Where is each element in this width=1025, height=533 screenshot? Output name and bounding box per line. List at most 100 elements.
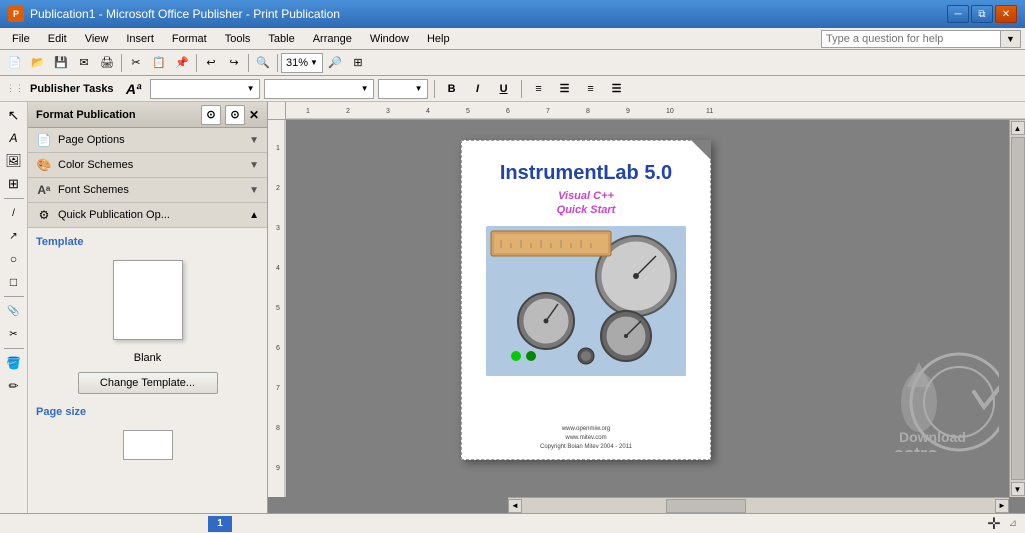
menu-edit[interactable]: Edit bbox=[40, 31, 75, 47]
window-title: Publication1 - Microsoft Office Publishe… bbox=[30, 7, 340, 21]
zoom-in-button[interactable]: 🔍 bbox=[252, 52, 274, 74]
undo-button[interactable]: ↩ bbox=[200, 52, 222, 74]
zoom-dropdown-arrow[interactable]: ▼ bbox=[310, 58, 318, 67]
quick-publication-section: ⚙ Quick Publication Op... ▲ Template Bla… bbox=[28, 203, 267, 513]
table-tool[interactable]: ⊞ bbox=[3, 173, 25, 195]
toolbar1: 📄 📂 💾 ✉ 🖨 ✂ 📋 📌 ↩ ↪ 🔍 31% ▼ 🔎 ⊞ bbox=[0, 50, 1025, 76]
vertical-scrollbar[interactable]: ▲ ▼ bbox=[1009, 120, 1025, 497]
menu-insert[interactable]: Insert bbox=[118, 31, 162, 47]
menu-file[interactable]: File bbox=[4, 31, 38, 47]
menu-bar: File Edit View Insert Format Tools Table… bbox=[0, 28, 1025, 50]
align-left-button[interactable]: ≡ bbox=[528, 79, 550, 99]
clip-tool[interactable]: 📎 bbox=[3, 300, 25, 322]
quick-pub-arrow: ▲ bbox=[249, 210, 259, 221]
section-page-options[interactable]: 📄 Page Options ▼ bbox=[28, 128, 267, 153]
underline-button[interactable]: U bbox=[493, 79, 515, 99]
save-button[interactable]: 💾 bbox=[50, 52, 72, 74]
color-schemes-label: Color Schemes bbox=[58, 159, 133, 171]
print-button[interactable]: 🖨 bbox=[96, 52, 118, 74]
fill-tool[interactable]: 🪣 bbox=[3, 352, 25, 374]
publisher-tasks-toolbar: ⋮⋮ Publisher Tasks Aª ▼ ▼ ▼ B I U ≡ ☰ ≡ … bbox=[0, 76, 1025, 102]
menu-format[interactable]: Format bbox=[164, 31, 215, 47]
help-search-arrow[interactable]: ▼ bbox=[1000, 31, 1020, 47]
publication-image bbox=[486, 226, 686, 376]
pointer-tool[interactable]: ↖ bbox=[3, 104, 25, 126]
cursor-indicator: ✛ bbox=[987, 514, 1000, 533]
scroll-down-button[interactable]: ▼ bbox=[1011, 482, 1025, 496]
redo-button[interactable]: ↪ bbox=[223, 52, 245, 74]
minimize-button[interactable]: ─ bbox=[947, 5, 969, 23]
panel-close-button[interactable]: ✕ bbox=[249, 108, 259, 122]
paste-button[interactable]: 📌 bbox=[171, 52, 193, 74]
quick-pub-header[interactable]: ⚙ Quick Publication Op... ▲ bbox=[28, 203, 267, 228]
scroll-thumb-v[interactable] bbox=[1011, 137, 1025, 480]
canvas-scroll[interactable]: InstrumentLab 5.0 Visual C++ Quick Start bbox=[286, 120, 1009, 497]
align-right-button[interactable]: ≡ bbox=[580, 79, 602, 99]
zoom-page-button[interactable]: ⊞ bbox=[347, 52, 369, 74]
style-dropdown[interactable]: ▼ bbox=[150, 79, 260, 99]
scroll-thumb-h[interactable] bbox=[666, 499, 746, 513]
zoom-box[interactable]: 31% ▼ bbox=[281, 53, 323, 73]
menu-window[interactable]: Window bbox=[362, 31, 417, 47]
restore-button[interactable]: ⧉ bbox=[971, 5, 993, 23]
tasks-font-icon[interactable]: Aª bbox=[122, 78, 146, 100]
oval-tool[interactable]: ○ bbox=[3, 248, 25, 270]
pen-tool[interactable]: ✏ bbox=[3, 375, 25, 397]
italic-button[interactable]: I bbox=[467, 79, 489, 99]
arrow-tool[interactable]: ↗ bbox=[3, 225, 25, 247]
svg-text:6: 6 bbox=[276, 345, 280, 352]
menu-help[interactable]: Help bbox=[419, 31, 458, 47]
menu-table[interactable]: Table bbox=[260, 31, 302, 47]
publication-footer: www.openmiw.org www.mitev.com Copyright … bbox=[540, 425, 632, 452]
menu-tools[interactable]: Tools bbox=[217, 31, 259, 47]
cut-button[interactable]: ✂ bbox=[125, 52, 147, 74]
rect-tool[interactable]: □ bbox=[3, 271, 25, 293]
toolbar-grip: ⋮⋮ bbox=[4, 78, 26, 100]
svg-text:2: 2 bbox=[276, 185, 280, 192]
font-size-dropdown[interactable]: ▼ bbox=[378, 79, 428, 99]
help-search-box[interactable]: ▼ bbox=[821, 30, 1021, 48]
page-navigation: 1 bbox=[208, 516, 232, 532]
email-button[interactable]: ✉ bbox=[73, 52, 95, 74]
scroll-up-button[interactable]: ▲ bbox=[1011, 121, 1025, 135]
current-page-number[interactable]: 1 bbox=[208, 516, 232, 532]
justify-button[interactable]: ☰ bbox=[606, 79, 628, 99]
section-color-schemes[interactable]: 🎨 Color Schemes ▼ bbox=[28, 153, 267, 178]
open-button[interactable]: 📂 bbox=[27, 52, 49, 74]
crop-tool[interactable]: ✂ bbox=[3, 323, 25, 345]
title-bar: P Publication1 - Microsoft Office Publis… bbox=[0, 0, 1025, 28]
picture-tool[interactable]: 🖼 bbox=[3, 150, 25, 172]
zoom-value: 31% bbox=[286, 57, 308, 69]
close-button[interactable]: ✕ bbox=[995, 5, 1017, 23]
horizontal-scrollbar[interactable]: ◄ ► bbox=[508, 497, 1009, 513]
ruler-corner bbox=[268, 102, 286, 120]
zoom-out-button[interactable]: 🔎 bbox=[324, 52, 346, 74]
new-button[interactable]: 📄 bbox=[4, 52, 26, 74]
canvas-area: 1 2 3 4 5 6 7 8 9 10 11 bbox=[268, 102, 1025, 513]
body-area: ↖ A 🖼 ⊞ / ↗ ○ □ 📎 ✂ 🪣 ✏ Format Publicati… bbox=[0, 102, 1025, 513]
copy-button[interactable]: 📋 bbox=[148, 52, 170, 74]
panel-nav-icon1[interactable]: ⊙ bbox=[201, 105, 221, 125]
scroll-right-button[interactable]: ► bbox=[995, 499, 1009, 513]
sep1 bbox=[121, 54, 122, 72]
footer-line3: Copyright Boian Mitev 2004 - 2011 bbox=[540, 443, 632, 452]
tool-sep3 bbox=[4, 348, 24, 349]
change-template-button[interactable]: Change Template... bbox=[78, 372, 218, 394]
menu-arrange[interactable]: Arrange bbox=[305, 31, 360, 47]
format-publication-panel: Format Publication ⊙ ⊙ ✕ 📄 Page Options … bbox=[28, 102, 268, 513]
panel-nav-icon2[interactable]: ⊙ bbox=[225, 105, 245, 125]
scroll-left-button[interactable]: ◄ bbox=[508, 499, 522, 513]
section-font-schemes[interactable]: Aᵃ Font Schemes ▼ bbox=[28, 178, 267, 203]
template-preview bbox=[113, 260, 183, 340]
menu-view[interactable]: View bbox=[77, 31, 117, 47]
help-search-input[interactable] bbox=[822, 33, 1000, 45]
svg-text:5: 5 bbox=[276, 305, 280, 312]
publication-page[interactable]: InstrumentLab 5.0 Visual C++ Quick Start bbox=[461, 140, 711, 460]
text-tool[interactable]: A bbox=[3, 127, 25, 149]
align-center-button[interactable]: ☰ bbox=[554, 79, 576, 99]
line-tool[interactable]: / bbox=[3, 202, 25, 224]
font-name-dropdown[interactable]: ▼ bbox=[264, 79, 374, 99]
bold-button[interactable]: B bbox=[441, 79, 463, 99]
sep6 bbox=[521, 80, 522, 98]
page-size-preview bbox=[123, 430, 173, 460]
